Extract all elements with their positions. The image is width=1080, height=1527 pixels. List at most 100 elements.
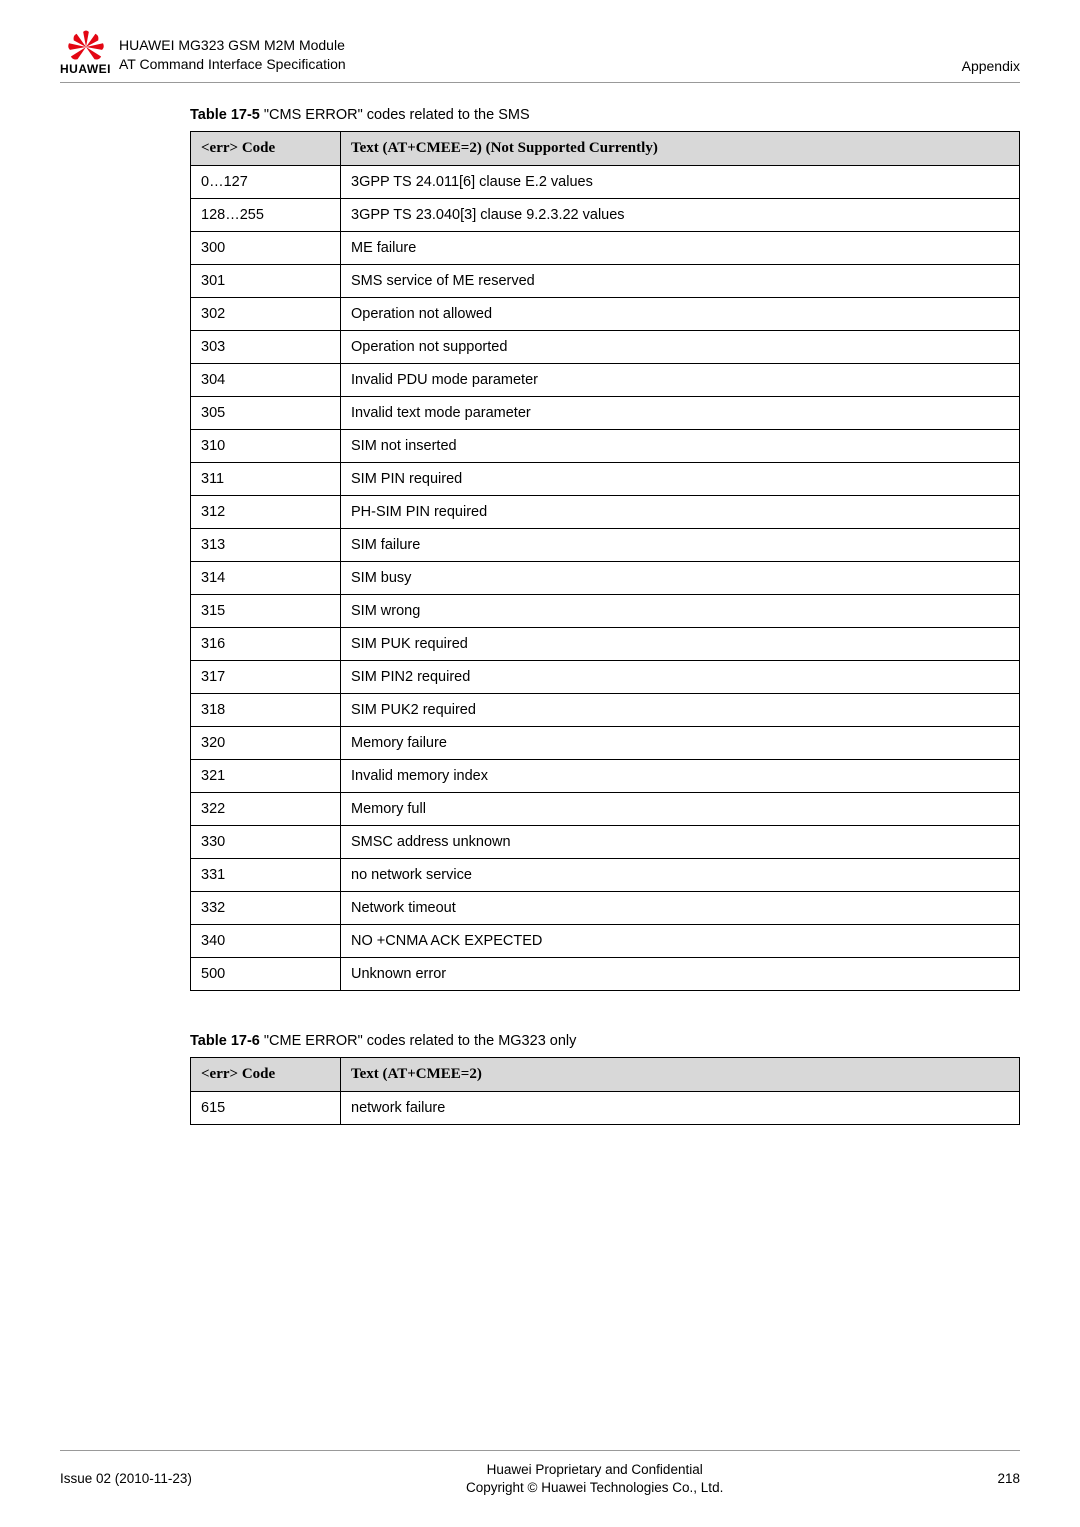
err-code-cell: 305 (191, 397, 341, 430)
footer-issue: Issue 02 (2010-11-23) (60, 1471, 192, 1486)
table-row: 128…2553GPP TS 23.040[3] clause 9.2.3.22… (191, 199, 1020, 232)
err-code-cell: 302 (191, 298, 341, 331)
table-row: 330SMSC address unknown (191, 826, 1020, 859)
err-code-cell: 311 (191, 463, 341, 496)
err-text-cell: 3GPP TS 24.011[6] clause E.2 values (341, 166, 1020, 199)
err-code-cell: 310 (191, 430, 341, 463)
table-row: 332Network timeout (191, 892, 1020, 925)
err-text-cell: network failure (341, 1092, 1020, 1125)
err-code-cell: 615 (191, 1092, 341, 1125)
table-17-6-head-text: Text (AT+CMEE=2) (341, 1058, 1020, 1092)
footer-rule (60, 1450, 1020, 1451)
err-text-cell: SIM PUK required (341, 628, 1020, 661)
table-row: 302Operation not allowed (191, 298, 1020, 331)
err-text-cell: SIM not inserted (341, 430, 1020, 463)
table-row: 615network failure (191, 1092, 1020, 1125)
page-footer: Issue 02 (2010-11-23) Huawei Proprietary… (60, 1450, 1020, 1497)
err-text-cell: Unknown error (341, 958, 1020, 991)
table-row: 317SIM PIN2 required (191, 661, 1020, 694)
err-code-cell: 128…255 (191, 199, 341, 232)
err-text-cell: NO +CNMA ACK EXPECTED (341, 925, 1020, 958)
err-text-cell: Memory failure (341, 727, 1020, 760)
err-code-cell: 320 (191, 727, 341, 760)
err-text-cell: SIM PIN2 required (341, 661, 1020, 694)
err-text-cell: Memory full (341, 793, 1020, 826)
table-row: 0…1273GPP TS 24.011[6] clause E.2 values (191, 166, 1020, 199)
err-code-cell: 331 (191, 859, 341, 892)
table-row: 305Invalid text mode parameter (191, 397, 1020, 430)
err-text-cell: Invalid memory index (341, 760, 1020, 793)
err-text-cell: Invalid text mode parameter (341, 397, 1020, 430)
err-text-cell: ME failure (341, 232, 1020, 265)
table-row: 311SIM PIN required (191, 463, 1020, 496)
table-row: 321Invalid memory index (191, 760, 1020, 793)
table-17-6-number: Table 17-6 (190, 1033, 264, 1049)
err-code-cell: 317 (191, 661, 341, 694)
table-row: 301SMS service of ME reserved (191, 265, 1020, 298)
table-17-5-caption: Table 17-5 "CMS ERROR" codes related to … (190, 107, 1020, 123)
table-row: 312PH-SIM PIN required (191, 496, 1020, 529)
table-17-5-title: "CMS ERROR" codes related to the SMS (264, 107, 530, 123)
table-row: 322Memory full (191, 793, 1020, 826)
doc-title-line1: HUAWEI MG323 GSM M2M Module (119, 36, 346, 55)
err-code-cell: 340 (191, 925, 341, 958)
err-text-cell: 3GPP TS 23.040[3] clause 9.2.3.22 values (341, 199, 1020, 232)
table-row: 318SIM PUK2 required (191, 694, 1020, 727)
err-text-cell: SIM PUK2 required (341, 694, 1020, 727)
table-row: 300ME failure (191, 232, 1020, 265)
err-code-cell: 312 (191, 496, 341, 529)
err-text-cell: SMSC address unknown (341, 826, 1020, 859)
err-text-cell: Operation not allowed (341, 298, 1020, 331)
err-code-cell: 500 (191, 958, 341, 991)
err-text-cell: Invalid PDU mode parameter (341, 364, 1020, 397)
err-text-cell: SIM busy (341, 562, 1020, 595)
doc-title-line2: AT Command Interface Specification (119, 55, 346, 74)
page-header: HUAWEI HUAWEI MG323 GSM M2M Module AT Co… (60, 30, 1020, 83)
err-text-cell: SMS service of ME reserved (341, 265, 1020, 298)
err-code-cell: 315 (191, 595, 341, 628)
err-code-cell: 304 (191, 364, 341, 397)
err-code-cell: 314 (191, 562, 341, 595)
table-17-6-caption: Table 17-6 "CME ERROR" codes related to … (190, 1033, 1020, 1049)
table-row: 310SIM not inserted (191, 430, 1020, 463)
table-row: 314SIM busy (191, 562, 1020, 595)
err-code-cell: 313 (191, 529, 341, 562)
footer-center: Huawei Proprietary and Confidential Copy… (466, 1461, 723, 1497)
footer-copyright: Copyright © Huawei Technologies Co., Ltd… (466, 1479, 723, 1497)
err-text-cell: PH-SIM PIN required (341, 496, 1020, 529)
table-row: 315SIM wrong (191, 595, 1020, 628)
table-row: 316SIM PUK required (191, 628, 1020, 661)
err-code-cell: 300 (191, 232, 341, 265)
footer-proprietary: Huawei Proprietary and Confidential (466, 1461, 723, 1479)
table-17-5-head-text: Text (AT+CMEE=2) (Not Supported Currentl… (341, 132, 1020, 166)
table-row: 320Memory failure (191, 727, 1020, 760)
brand-text: HUAWEI (60, 62, 111, 76)
content-area: Table 17-5 "CMS ERROR" codes related to … (60, 107, 1020, 1125)
brand-logo: HUAWEI (60, 30, 111, 76)
table-17-6-title: "CME ERROR" codes related to the MG323 o… (264, 1033, 577, 1049)
table-header-row: <err> Code Text (AT+CMEE=2) (191, 1058, 1020, 1092)
table-row: 303Operation not supported (191, 331, 1020, 364)
err-text-cell: no network service (341, 859, 1020, 892)
err-text-cell: SIM failure (341, 529, 1020, 562)
err-code-cell: 330 (191, 826, 341, 859)
header-left: HUAWEI HUAWEI MG323 GSM M2M Module AT Co… (60, 30, 346, 76)
err-text-cell: SIM PIN required (341, 463, 1020, 496)
err-code-cell: 316 (191, 628, 341, 661)
huawei-logo-icon (67, 30, 105, 64)
table-17-6-head-code: <err> Code (191, 1058, 341, 1092)
err-code-cell: 332 (191, 892, 341, 925)
table-row: 304Invalid PDU mode parameter (191, 364, 1020, 397)
footer-page-number: 218 (997, 1471, 1020, 1486)
err-text-cell: SIM wrong (341, 595, 1020, 628)
err-code-cell: 318 (191, 694, 341, 727)
err-text-cell: Operation not supported (341, 331, 1020, 364)
table-17-5-head-code: <err> Code (191, 132, 341, 166)
table-17-5: <err> Code Text (AT+CMEE=2) (Not Support… (190, 131, 1020, 991)
err-code-cell: 301 (191, 265, 341, 298)
err-text-cell: Network timeout (341, 892, 1020, 925)
table-17-6: <err> Code Text (AT+CMEE=2) 615network f… (190, 1057, 1020, 1125)
err-code-cell: 321 (191, 760, 341, 793)
table-row: 313SIM failure (191, 529, 1020, 562)
header-titles: HUAWEI MG323 GSM M2M Module AT Command I… (119, 36, 346, 76)
